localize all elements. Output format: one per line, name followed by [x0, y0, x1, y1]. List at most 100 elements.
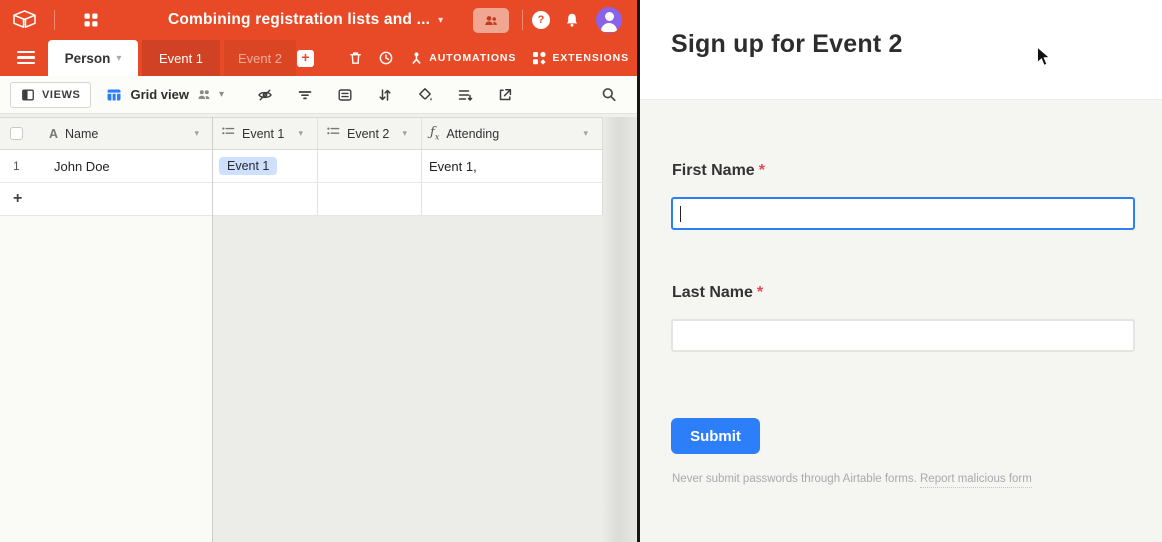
tab-event-2[interactable]: Event 2: [224, 40, 296, 76]
column-name-label: Name: [65, 127, 98, 141]
help-button[interactable]: ?: [532, 11, 550, 29]
text-field-icon: A: [49, 127, 58, 141]
hide-fields-icon[interactable]: [257, 87, 273, 103]
tab-event-1[interactable]: Event 1: [142, 40, 220, 76]
sort-icon[interactable]: [377, 87, 393, 103]
report-malicious-link[interactable]: Report malicious form: [920, 473, 1032, 488]
formula-field-icon: ƒx: [430, 125, 439, 142]
add-row-plus-icon: +: [13, 190, 22, 208]
automations-button[interactable]: AUTOMATIONS: [409, 50, 516, 66]
first-name-input[interactable]: [671, 197, 1135, 230]
add-table-button[interactable]: +: [297, 50, 314, 67]
submit-button[interactable]: Submit: [671, 418, 760, 454]
base-title-caret-icon[interactable]: ▾: [438, 15, 443, 26]
history-icon[interactable]: [378, 50, 394, 66]
trash-icon[interactable]: [348, 50, 363, 66]
base-title: Combining registration lists and ...: [168, 11, 430, 29]
current-view-selector[interactable]: Grid view ▾: [106, 87, 224, 103]
form-disclaimer: Never submit passwords through Airtable …: [672, 473, 1032, 485]
sidebar-menu-icon[interactable]: [17, 51, 35, 64]
airtable-logo-icon[interactable]: [12, 9, 37, 35]
app-grid-icon[interactable]: [84, 13, 98, 32]
group-icon[interactable]: [337, 87, 353, 103]
automations-label: AUTOMATIONS: [429, 52, 516, 64]
notifications-bell-icon[interactable]: [564, 12, 580, 33]
column-caret-icon[interactable]: ▾: [402, 128, 407, 139]
column-caret-icon[interactable]: ▾: [194, 128, 199, 139]
required-asterisk: *: [757, 284, 763, 301]
view-name: Grid view: [130, 87, 189, 102]
multi-select-field-icon: [221, 124, 235, 143]
add-row-spacer: [213, 183, 318, 215]
share-collaborators-button[interactable]: [473, 8, 509, 33]
last-name-input[interactable]: [671, 319, 1135, 352]
search-icon[interactable]: [601, 87, 617, 103]
question-mark-icon: ?: [538, 14, 545, 26]
extensions-button[interactable]: EXTENSIONS: [531, 50, 629, 66]
form-panel: Sign up for Event 2 First Name* Last Nam…: [640, 0, 1162, 542]
first-name-label: First Name*: [672, 162, 765, 180]
column-event2-label: Event 2: [347, 127, 389, 141]
add-row-cell[interactable]: +: [0, 183, 213, 215]
add-row-spacer: [318, 183, 422, 215]
disclaimer-text: Never submit passwords through Airtable …: [672, 473, 917, 485]
topbar-divider: [54, 10, 55, 30]
required-asterisk: *: [759, 162, 765, 179]
extensions-icon: [531, 50, 547, 66]
add-row-spacer: [422, 183, 603, 215]
extensions-label: EXTENSIONS: [552, 52, 629, 64]
avatar-head: [605, 12, 614, 21]
user-avatar[interactable]: [596, 7, 622, 33]
view-caret-icon: ▾: [219, 89, 224, 100]
row-height-icon[interactable]: [457, 87, 473, 103]
column-attending-label: Attending: [446, 127, 499, 141]
views-toggle-button[interactable]: VIEWS: [10, 82, 91, 108]
tab-person[interactable]: Person ▾: [48, 40, 138, 76]
column-header-event-1[interactable]: Event 1 ▾: [213, 118, 318, 149]
column-caret-icon[interactable]: ▾: [298, 128, 303, 139]
tab-event-1-label: Event 1: [159, 51, 203, 66]
cell-event-2[interactable]: [318, 150, 422, 182]
cell-attending[interactable]: Event 1,: [422, 150, 603, 182]
vertical-scrollbar[interactable]: [603, 117, 637, 542]
frozen-column-divider: [212, 117, 213, 542]
share-view-icon[interactable]: [497, 87, 513, 103]
avatar-body: [601, 23, 617, 32]
grid-view-icon: [106, 87, 122, 103]
attending-value: Event 1,: [429, 159, 477, 174]
grid-frozen-column-background: [0, 216, 213, 542]
column-caret-icon[interactable]: ▾: [583, 128, 588, 139]
event1-tag: Event 1: [219, 157, 277, 175]
automations-icon: [409, 50, 424, 66]
grid-header-row: A Name ▾ Event 1 ▾: [0, 117, 603, 150]
view-collaborators-icon: [197, 88, 211, 101]
views-label: VIEWS: [42, 89, 80, 101]
form-header: Sign up for Event 2: [640, 0, 1162, 100]
cell-event-1[interactable]: Event 1: [213, 150, 318, 182]
column-event1-label: Event 1: [242, 127, 284, 141]
column-header-attending[interactable]: ƒx Attending ▾: [422, 118, 603, 149]
color-icon[interactable]: [417, 87, 433, 103]
views-sidebar-icon: [21, 88, 35, 102]
column-header-name[interactable]: A Name ▾: [0, 118, 213, 149]
table-row: 1 John Doe Event 1 Event 1,: [0, 150, 603, 183]
tab-person-label: Person: [65, 51, 111, 66]
cell-name[interactable]: 1 John Doe: [0, 150, 213, 182]
top-bar: Combining registration lists and ... ▾ ?: [0, 0, 637, 40]
table-tab-bar: Person ▾ Event 1 Event 2 +: [0, 40, 637, 76]
add-row[interactable]: +: [0, 183, 603, 216]
form-title: Sign up for Event 2: [671, 30, 903, 59]
mouse-cursor: [1036, 46, 1051, 72]
base-panel: Combining registration lists and ... ▾ ?: [0, 0, 637, 542]
multi-select-field-icon: [326, 124, 340, 143]
tab-caret-icon[interactable]: ▾: [116, 53, 121, 64]
filter-icon[interactable]: [297, 87, 313, 103]
grid-background: [213, 216, 637, 542]
row-number: 1: [0, 159, 54, 173]
name-value: John Doe: [54, 159, 110, 174]
tab-event-2-label: Event 2: [238, 51, 282, 66]
select-all-checkbox[interactable]: [10, 127, 23, 140]
topbar-divider: [522, 10, 523, 30]
column-header-event-2[interactable]: Event 2 ▾: [318, 118, 422, 149]
view-toolbar: VIEWS Grid view ▾: [0, 76, 637, 114]
